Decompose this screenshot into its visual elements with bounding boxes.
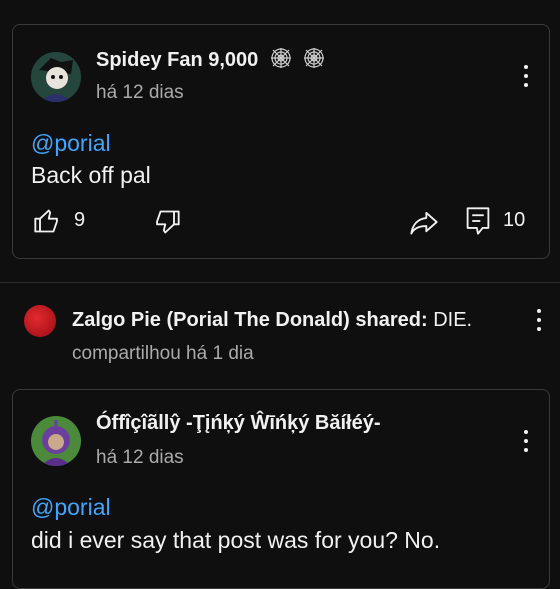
comment-author[interactable]: Spidey Fan 9,000: [96, 47, 325, 75]
avatar[interactable]: [31, 416, 81, 466]
mention-link[interactable]: @porial: [31, 494, 111, 521]
spider-web-icon: [270, 47, 292, 75]
comment-text: did i ever say that post was for you? No…: [31, 527, 441, 553]
avatar[interactable]: [31, 52, 81, 102]
dislike-button[interactable]: [153, 208, 181, 241]
divider: [0, 282, 560, 283]
comment-icon: [466, 207, 490, 235]
more-options-icon[interactable]: [523, 65, 529, 87]
spider-web-icon: [303, 47, 325, 75]
shared-post-header[interactable]: Zalgo Pie (Porial The Donald) shared: DI…: [72, 309, 472, 332]
share-button[interactable]: [409, 208, 439, 241]
share-icon: [410, 211, 438, 235]
like-button[interactable]: [33, 207, 61, 240]
more-options-icon[interactable]: [523, 430, 529, 452]
replies-button[interactable]: [465, 206, 491, 241]
thumbs-down-icon: [156, 210, 180, 234]
shared-action: shared:: [355, 309, 428, 331]
shared-author[interactable]: Zalgo Pie (Porial The Donald): [72, 309, 350, 331]
reply-count: 10: [503, 209, 526, 231]
comment-card: Óffîçîãllŷ -Ţįńķý Ŵīńķý Băíłéý- há 12 di…: [12, 389, 550, 589]
shared-timestamp: compartilhou há 1 dia: [72, 343, 254, 364]
comment-card: Spidey Fan 9,000 há 12 dias @porial Back…: [12, 24, 550, 259]
avatar-image: [31, 52, 81, 102]
more-options-icon[interactable]: [536, 309, 542, 331]
author-name[interactable]: Spidey Fan 9,000: [96, 49, 258, 71]
avatar-image: [31, 416, 81, 466]
avatar[interactable]: [24, 305, 56, 337]
shared-post-title[interactable]: DIE.: [433, 309, 472, 331]
comment-timestamp: há 12 dias: [96, 82, 184, 103]
thumbs-up-icon: [34, 209, 58, 233]
comment-text: Back off pal: [31, 162, 151, 188]
like-count: 9: [74, 209, 86, 231]
comment-author[interactable]: Óffîçîãllŷ -Ţįńķý Ŵīńķý Băíłéý-: [96, 412, 381, 435]
mention-link[interactable]: @porial: [31, 130, 111, 157]
comment-timestamp: há 12 dias: [96, 447, 184, 468]
